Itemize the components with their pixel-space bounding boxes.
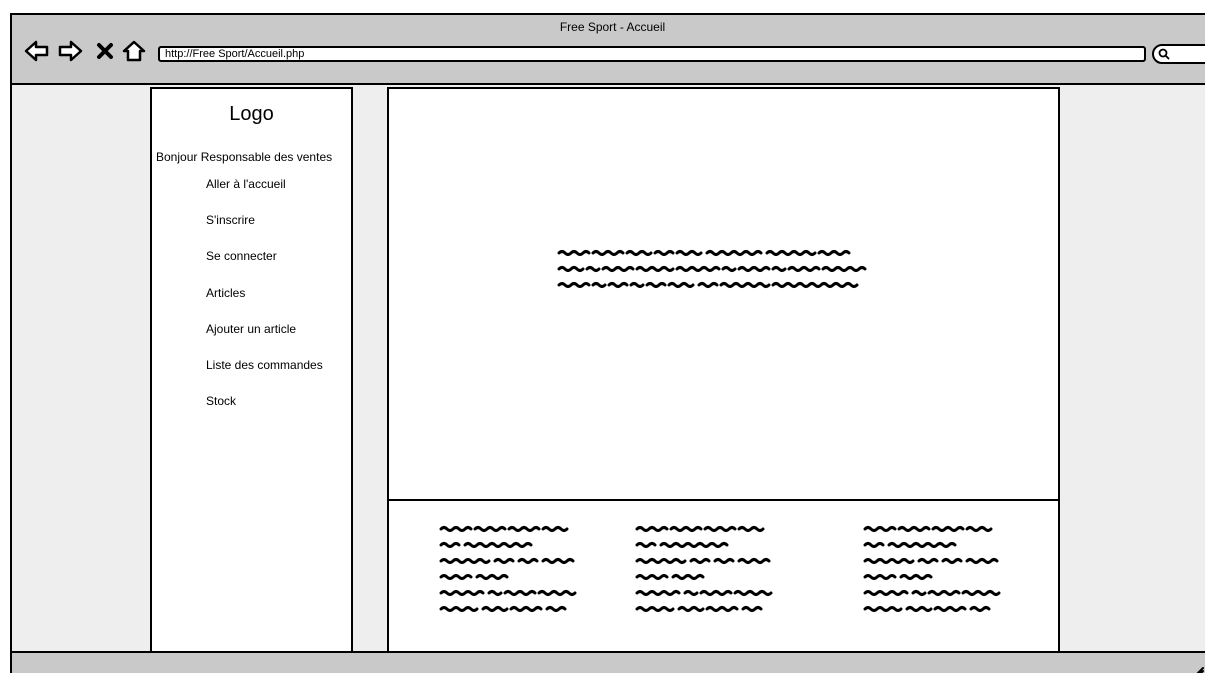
- footer-text-column-2: [635, 526, 773, 612]
- home-icon[interactable]: [122, 40, 146, 62]
- address-bar[interactable]: http://Free Sport/Accueil.php: [158, 46, 1146, 62]
- browser-window: Free Sport - Accueil http://Free Sport/A…: [10, 13, 1205, 673]
- footer-panel: [387, 499, 1060, 653]
- search-field[interactable]: [1152, 44, 1205, 64]
- status-bar: [12, 651, 1205, 673]
- sidebar-item-connecter[interactable]: Se connecter: [206, 249, 277, 263]
- url-text: http://Free Sport/Accueil.php: [165, 48, 305, 60]
- back-arrow-icon[interactable]: [24, 40, 50, 62]
- forward-arrow-icon[interactable]: [57, 40, 83, 62]
- greeting-text: Bonjour Responsable des ventes: [156, 150, 333, 164]
- search-icon: [1158, 48, 1170, 60]
- resize-grip-icon[interactable]: [1194, 666, 1204, 673]
- window-title: Free Sport - Accueil: [559, 20, 666, 34]
- footer-text-column-3: [863, 526, 1001, 612]
- sidebar-item-accueil[interactable]: Aller à l'accueil: [206, 177, 286, 191]
- close-x-icon[interactable]: [96, 40, 114, 62]
- sidebar-item-stock[interactable]: Stock: [206, 394, 236, 408]
- main-content-panel: [387, 87, 1060, 501]
- placeholder-text-block: [557, 250, 867, 288]
- title-bar: Free Sport - Accueil http://Free Sport/A…: [12, 15, 1205, 85]
- footer-text-column-1: [439, 526, 577, 612]
- sidebar: Logo Bonjour Responsable des ventes Alle…: [150, 87, 353, 653]
- sidebar-item-ajouter-article[interactable]: Ajouter un article: [206, 322, 296, 336]
- sidebar-item-liste-commandes[interactable]: Liste des commandes: [206, 358, 323, 372]
- sidebar-item-articles[interactable]: Articles: [206, 286, 245, 300]
- sidebar-item-inscrire[interactable]: S'inscrire: [206, 213, 255, 227]
- logo: Logo: [229, 103, 274, 125]
- left-margin: [12, 85, 150, 653]
